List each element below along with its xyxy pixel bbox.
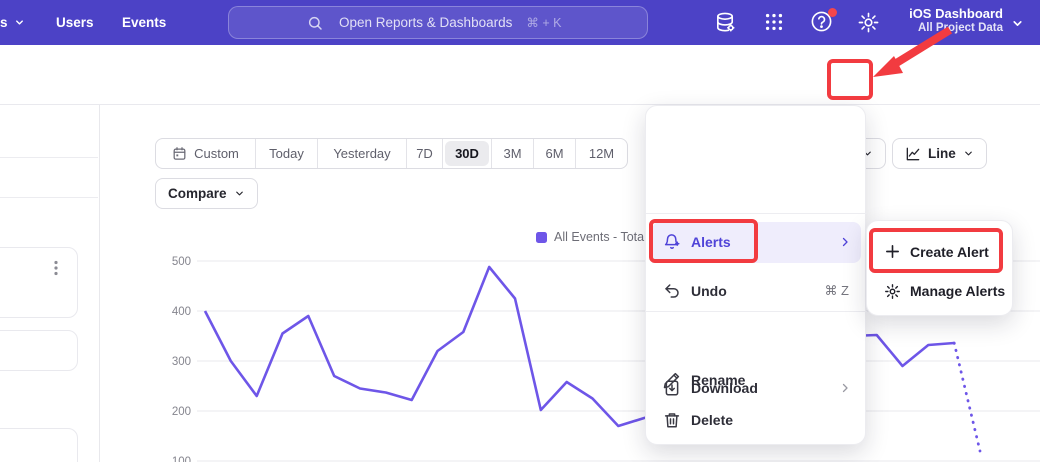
pencil-icon [663, 371, 681, 389]
menu-divider [646, 311, 867, 312]
y-axis-tick-label: 400 [172, 306, 191, 318]
alerts-submenu: Create Alert Manage Alerts [866, 220, 1013, 316]
chevron-right-icon [839, 236, 851, 248]
gear-icon [884, 283, 901, 300]
nav-item-truncated[interactable]: s [0, 0, 25, 45]
range-30d-selected[interactable]: 30D [443, 139, 492, 168]
range-12m[interactable]: 12M [576, 139, 627, 168]
sidebar-card[interactable] [0, 428, 78, 462]
menu-divider [646, 213, 867, 214]
more-options-menu: Refresh Data Data from 1 min ago Undo ⌘ … [645, 105, 866, 445]
search-input[interactable]: Open Reports & Dashboards ⌘ + K [228, 6, 648, 39]
range-3m[interactable]: 3M [492, 139, 534, 168]
app-root: 500 400 300 200 100 All Events - Total s Use… [0, 0, 1040, 462]
nav-item-users[interactable]: Users [56, 0, 94, 45]
search-placeholder: Open Reports & Dashboards [339, 15, 512, 30]
compare-button[interactable]: Compare [155, 178, 258, 209]
chevron-down-icon [14, 17, 25, 28]
date-range-segmented-control: Custom Today Yesterday 7D 30D 3M 6M 12M [155, 138, 628, 169]
y-axis-tick-label: 200 [172, 406, 191, 418]
range-custom[interactable]: Custom [156, 139, 256, 168]
range-today[interactable]: Today [256, 139, 318, 168]
bell-plus-icon [663, 233, 681, 251]
notification-badge [828, 8, 837, 17]
y-axis-tick-label: 500 [172, 256, 191, 268]
sidebar-row-divider [0, 197, 98, 198]
chevron-down-icon [234, 188, 245, 199]
y-axis-tick-label: 300 [172, 356, 191, 368]
trash-icon [663, 411, 681, 429]
sidebar-card[interactable] [0, 330, 78, 371]
menu-item-highlight [652, 222, 861, 263]
nav-item-events[interactable]: Events [122, 0, 166, 45]
data-source-icon[interactable] [714, 11, 737, 34]
settings-gear-icon[interactable] [857, 11, 880, 34]
plus-icon [884, 243, 901, 260]
help-icon[interactable] [810, 10, 836, 36]
line-chart-icon [905, 146, 921, 162]
chevron-right-icon [839, 382, 851, 394]
menu-item-shortcut: ⌘ Z [824, 283, 849, 299]
project-scope: All Project Data [905, 21, 1003, 35]
project-switcher[interactable]: iOS Dashboard All Project Data [905, 6, 1003, 35]
sidebar-row-divider [0, 157, 98, 158]
range-6m[interactable]: 6M [534, 139, 576, 168]
apps-grid-icon[interactable] [763, 11, 785, 33]
project-name: iOS Dashboard [905, 6, 1003, 21]
sidebar-card[interactable] [0, 247, 78, 318]
report-header [0, 45, 1040, 105]
legend-swatch [536, 232, 547, 243]
legend-label: All Events - Total [554, 230, 647, 244]
y-axis-tick-label: 100 [172, 456, 191, 462]
range-7d[interactable]: 7D [407, 139, 443, 168]
kebab-menu-icon[interactable] [49, 260, 63, 276]
chart-legend[interactable]: All Events - Total [536, 230, 647, 244]
undo-icon [663, 282, 681, 300]
series-line-dotted-incomplete [954, 343, 980, 451]
top-navigation-bar: s Users Events Open Reports & Dashboards… [0, 0, 1040, 45]
chart-type-button[interactable]: Line [892, 138, 987, 169]
search-icon [307, 15, 323, 31]
chevron-down-icon [963, 148, 974, 159]
calendar-icon [172, 146, 187, 161]
range-yesterday[interactable]: Yesterday [318, 139, 407, 168]
sidebar-divider [99, 105, 100, 462]
chevron-down-icon [1011, 17, 1024, 30]
search-shortcut: ⌘ + K [526, 15, 561, 30]
